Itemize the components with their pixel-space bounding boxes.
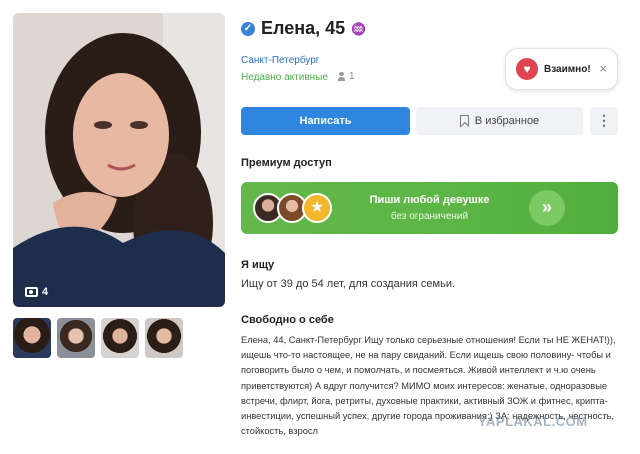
- add-to-favorites-button[interactable]: В избранное: [416, 107, 583, 135]
- activity-status: Недавно активные: [241, 72, 328, 83]
- portrait-illustration: [13, 13, 225, 307]
- views-count: 1: [349, 71, 355, 82]
- photo-count: 4: [25, 286, 48, 298]
- checkmark-badge-icon: ✓: [241, 21, 255, 36]
- premium-section-title: Премиум доступ: [241, 157, 332, 169]
- favorites-label: В избранное: [474, 115, 540, 127]
- close-icon[interactable]: ×: [599, 61, 607, 76]
- photo-thumbnails: [13, 318, 183, 358]
- mutual-like-card[interactable]: ♥ Взаимно! ×: [505, 48, 618, 90]
- watermark: YAPLAKAL.COM: [478, 414, 588, 429]
- views-counter: 1: [338, 71, 355, 82]
- write-message-button[interactable]: Написать: [241, 107, 410, 135]
- heart-icon: ♥: [516, 58, 538, 80]
- about-section-title: Свободно о себе: [241, 314, 334, 326]
- profile-name-age: Елена, 45: [261, 18, 346, 38]
- photo-count-value: 4: [42, 286, 49, 298]
- photo-thumbnail[interactable]: [57, 318, 95, 358]
- zodiac-icon: ♒: [351, 21, 367, 36]
- seeking-section-title: Я ищу: [241, 259, 275, 271]
- bookmark-icon: [459, 115, 469, 127]
- profile-header: ✓ Елена, 45 ♒: [241, 18, 366, 39]
- camera-icon: [25, 287, 38, 297]
- photo-thumbnail[interactable]: [145, 318, 183, 358]
- chevron-right-icon[interactable]: »: [529, 190, 565, 226]
- premium-banner[interactable]: ★ Пиши любой девушке без ограничений »: [241, 182, 618, 234]
- profile-city[interactable]: Санкт-Петербург: [241, 55, 319, 66]
- photo-thumbnail[interactable]: [101, 318, 139, 358]
- more-options-button[interactable]: ⋮: [590, 107, 618, 135]
- seeking-text: Ищу от 39 до 54 лет, для создания семьи.: [241, 278, 456, 290]
- person-icon: [338, 72, 345, 81]
- profile-main-photo[interactable]: 4: [13, 13, 225, 307]
- photo-thumbnail[interactable]: [13, 318, 51, 358]
- mutual-label: Взаимно!: [544, 63, 591, 75]
